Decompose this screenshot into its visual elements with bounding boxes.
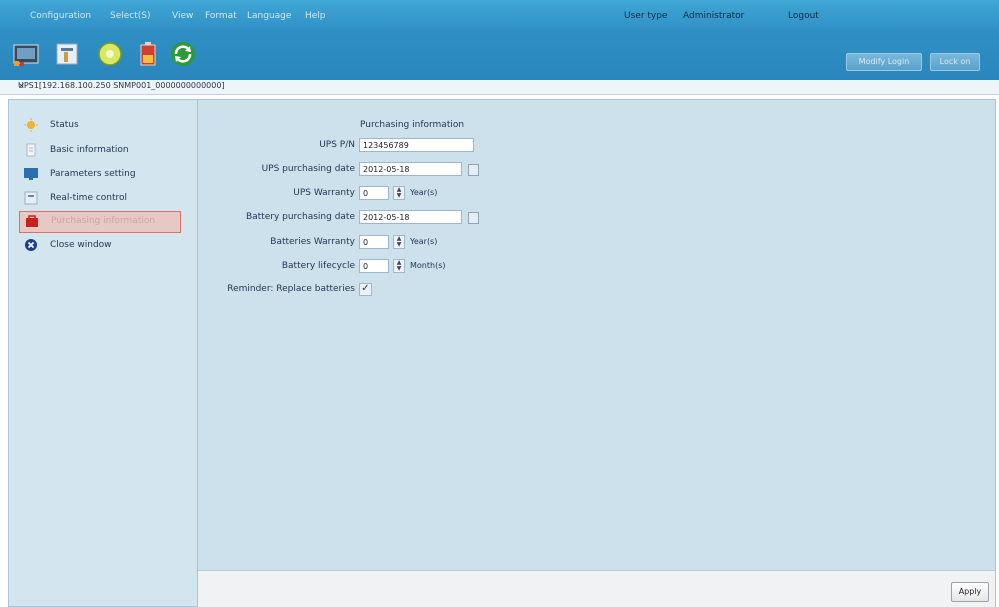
battery-lifecycle-label: Battery lifecycle: [281, 261, 355, 271]
sidebar-item-label: Status: [50, 120, 79, 130]
ups-pn-label: UPS P/N: [319, 140, 355, 150]
apply-button[interactable]: Apply: [951, 582, 989, 602]
batteries-warranty-label: Batteries Warranty: [270, 237, 355, 247]
sidebar-item-basic-information[interactable]: Basic information: [23, 141, 183, 161]
ups-warranty-label: UPS Warranty: [293, 188, 355, 198]
lock-on-button[interactable]: Lock on: [930, 53, 980, 71]
menu-configuration[interactable]: Configuration: [30, 11, 91, 21]
battery-purchasing-date-label: Battery purchasing date: [245, 212, 355, 222]
sidebar-item-real-time-control[interactable]: Real-time control: [23, 189, 183, 209]
bottom-bar: Apply: [198, 570, 995, 607]
calendar-icon[interactable]: [468, 164, 479, 176]
monitor-settings-icon: [24, 168, 38, 180]
sidebar: Status Basic information Parameters sett…: [9, 100, 198, 606]
batteries-warranty-unit: Year(s): [410, 237, 438, 246]
ups-warranty-spinner[interactable]: ▲ ▼: [393, 186, 405, 200]
ups-purchasing-date-label: UPS purchasing date: [261, 164, 355, 174]
device-path-bar: UPS1[192.168.100.250 SNMP001_00000000000…: [0, 80, 999, 95]
info-icon: [26, 143, 36, 157]
section-title: Purchasing information: [360, 120, 465, 130]
menu-bar: Configuration Select(S) View Format Lang…: [0, 0, 999, 34]
disc-icon[interactable]: [95, 39, 125, 69]
user-type-value: Administrator: [683, 11, 745, 21]
monitor-icon[interactable]: [12, 39, 42, 69]
ups-pn-input[interactable]: 123456789: [359, 138, 474, 152]
purchasing-form: Purchasing information UPS P/N 123456789…: [198, 100, 995, 570]
sidebar-item-label: Parameters setting: [50, 169, 136, 179]
close-tab-icon[interactable]: ×: [18, 81, 997, 90]
menu-format[interactable]: Format: [205, 11, 237, 21]
sidebar-item-label: Basic information: [50, 145, 129, 155]
toolbar: Modify Login Lock on: [0, 34, 999, 80]
sidebar-item-close-window[interactable]: Close window: [23, 236, 183, 256]
batteries-warranty-spinner[interactable]: ▲ ▼: [393, 235, 405, 249]
sidebar-item-purchasing-information[interactable]: Purchasing information: [19, 211, 181, 233]
battery-lifecycle-unit: Month(s): [410, 261, 446, 270]
menu-select[interactable]: Select(S): [110, 11, 151, 21]
status-icon: [24, 118, 38, 132]
batteries-warranty-input[interactable]: 0: [359, 235, 389, 249]
menu-help[interactable]: Help: [305, 11, 326, 21]
menu-view[interactable]: View: [172, 11, 193, 21]
reminder-label: Reminder: Replace batteries: [227, 284, 355, 294]
modify-login-button[interactable]: Modify Login: [846, 53, 922, 71]
battery-lifecycle-spinner[interactable]: ▲ ▼: [393, 259, 405, 273]
battery-lifecycle-input[interactable]: 0: [359, 259, 389, 273]
purchase-icon: [26, 215, 38, 227]
control-icon: [24, 191, 38, 205]
sidebar-item-label: Real-time control: [50, 193, 128, 203]
battery-icon[interactable]: [133, 39, 163, 69]
tools-icon[interactable]: [54, 39, 84, 69]
ups-warranty-input[interactable]: 0: [359, 186, 389, 200]
ups-warranty-unit: Year(s): [410, 188, 438, 197]
refresh-icon[interactable]: [168, 39, 198, 69]
battery-purchasing-date-input[interactable]: 2012-05-18: [359, 210, 462, 224]
sidebar-item-label: Purchasing information: [51, 216, 156, 226]
sidebar-item-parameters-setting[interactable]: Parameters setting: [23, 165, 183, 185]
user-type-label: User type: [624, 11, 668, 21]
reminder-checkbox[interactable]: ✓: [359, 283, 372, 296]
sidebar-item-status[interactable]: Status: [23, 116, 183, 136]
menu-language[interactable]: Language: [247, 11, 291, 21]
sidebar-item-label: Close window: [50, 240, 112, 250]
ups-purchasing-date-input[interactable]: 2012-05-18: [359, 162, 462, 176]
logout-link[interactable]: Logout: [788, 11, 819, 21]
calendar-icon[interactable]: [468, 212, 479, 224]
main-panel: Status Basic information Parameters sett…: [8, 99, 996, 607]
close-window-icon: [25, 239, 37, 251]
